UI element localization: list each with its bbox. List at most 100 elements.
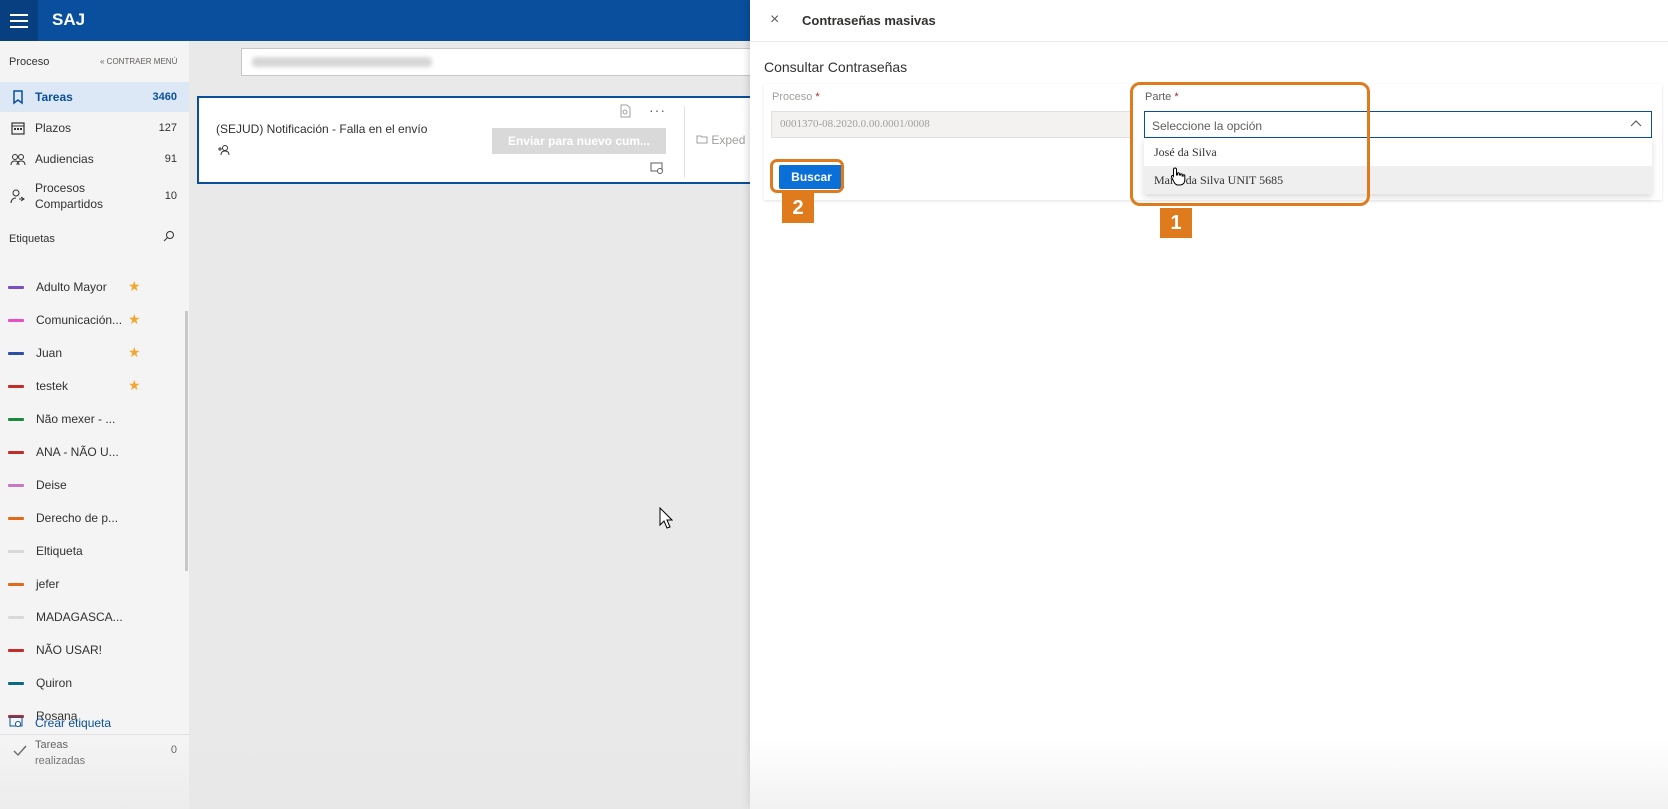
tag-color-swatch	[8, 286, 24, 289]
highlight-buscar	[770, 159, 844, 193]
sidebar-tag-item[interactable]: Não mexer - ...	[0, 409, 180, 429]
tags-header: Etiquetas	[9, 233, 55, 245]
proceso-label: Proceso *	[772, 91, 820, 103]
app-title: SAJ	[52, 10, 86, 29]
tag-name: MADAGASCA...	[36, 610, 123, 624]
share-user-icon	[10, 189, 25, 204]
sidebar-tag-item[interactable]: MADAGASCA...	[0, 607, 180, 627]
tag-name: Eltiqueta	[36, 544, 83, 558]
sidebar-item-count: 3460	[152, 91, 177, 103]
sidebar-tag-item[interactable]: ANA - NÃO U...	[0, 442, 180, 462]
tag-color-swatch	[8, 517, 24, 520]
panel-title: Contraseñas masivas	[802, 13, 936, 28]
star-icon[interactable]: ★	[128, 344, 141, 361]
sidebar-item-procesos-compartidos[interactable]: Procesos Compartidos 10	[0, 174, 189, 218]
tag-color-swatch	[8, 616, 24, 619]
tag-color-swatch	[8, 352, 24, 355]
sidebar-item-audiencias[interactable]: Audiencias 91	[0, 143, 189, 174]
star-icon[interactable]: ★	[128, 278, 141, 295]
collapse-menu-label: CONTRAER MENÚ	[106, 57, 178, 66]
done-count: 0	[170, 744, 177, 756]
tag-color-swatch	[8, 550, 24, 553]
sidebar-tag-item[interactable]: Eltiqueta	[0, 541, 180, 561]
sidebar-tag-item[interactable]: Juan ★	[0, 343, 180, 363]
document-icon[interactable]	[619, 104, 631, 118]
blurred-search-text	[252, 57, 432, 67]
more-options-icon[interactable]: ···	[649, 102, 666, 118]
sidebar-item-label: Tareas	[35, 90, 73, 104]
tag-color-swatch	[8, 418, 24, 421]
people-icon	[10, 153, 26, 165]
proceso-field[interactable]: 0001370-08.2020.0.00.0001/0008	[771, 111, 1131, 138]
sidebar-tag-item[interactable]: NÃO USAR!	[0, 640, 180, 660]
sidebar-item-count: 91	[164, 152, 177, 165]
tag-color-swatch	[8, 682, 24, 685]
folder-label: Exped	[711, 133, 746, 147]
sidebar-tag-item[interactable]: Deise	[0, 475, 180, 495]
search-icon[interactable]	[163, 230, 175, 242]
sidebar-tag-item[interactable]: testek ★	[0, 376, 180, 396]
tag-color-swatch	[8, 649, 24, 652]
tag-name: Derecho de p...	[36, 511, 119, 525]
star-icon[interactable]: ★	[128, 311, 141, 328]
tag-color-swatch	[8, 451, 24, 454]
folder-link[interactable]: Exped	[696, 133, 745, 147]
sidebar-item-plazos[interactable]: Plazos 127	[0, 112, 189, 143]
tag-name: jefer	[36, 577, 60, 591]
tag-color-swatch	[8, 385, 24, 388]
chevron-up-icon[interactable]	[1629, 117, 1643, 131]
sidebar-tag-item[interactable]: Derecho de p...	[0, 508, 180, 528]
tag-name: Comunicación...	[36, 313, 123, 327]
step-badge-2: 2	[782, 193, 814, 223]
sidebar-item-tareas-realizadas[interactable]: Tareas realizadas 0	[0, 734, 189, 769]
bookmark-icon	[13, 90, 23, 105]
step-badge-1: 1	[1160, 208, 1192, 238]
folder-icon	[696, 135, 708, 144]
assign-user-icon[interactable]	[217, 144, 231, 156]
star-icon[interactable]: ★	[128, 377, 141, 394]
sidebar-item-count: 127	[158, 121, 177, 134]
sidebar-tag-item[interactable]: Comunicación... ★	[0, 310, 180, 330]
done-label: Tareas realizadas	[35, 739, 86, 767]
tag-color-swatch	[8, 583, 24, 586]
sidebar-item-label: Procesos Compartidos	[35, 181, 104, 211]
task-card[interactable]: (SEJUD) Notificación - Falla en el envío…	[197, 96, 757, 184]
search-input[interactable]	[241, 48, 763, 76]
sidebar-item-count: 10	[164, 190, 177, 202]
mouse-cursor-icon	[659, 507, 673, 529]
tag-color-swatch	[8, 484, 24, 487]
tag-name: testek	[36, 379, 69, 393]
add-tag-icon	[9, 716, 23, 727]
tag-name: ANA - NÃO U...	[36, 445, 119, 459]
sidebar: Proceso « CONTRAER MENÚ Tareas 3460 Plaz…	[0, 41, 189, 809]
task-card-title: (SEJUD) Notificación - Falla en el envío	[216, 122, 428, 136]
create-tag-label: Crear etiqueta	[35, 716, 112, 730]
section-title: Consultar Contraseñas	[764, 59, 908, 75]
tag-name: Juan	[36, 346, 63, 360]
process-header: Proceso	[9, 56, 50, 68]
hamburger-menu-icon[interactable]	[0, 0, 38, 41]
card-divider	[684, 106, 685, 178]
sidebar-tag-item[interactable]: Adulto Mayor ★	[0, 277, 180, 297]
create-tag-button[interactable]: Crear etiqueta	[0, 712, 189, 734]
sidebar-item-tareas[interactable]: Tareas 3460	[0, 82, 189, 112]
tag-color-swatch	[8, 319, 24, 322]
sidebar-scrollbar[interactable]	[185, 311, 188, 571]
tag-name: Deise	[36, 478, 67, 492]
close-icon[interactable]: ×	[770, 11, 779, 29]
sidebar-tag-item[interactable]: Quiron	[0, 673, 180, 693]
check-icon	[13, 745, 27, 757]
tag-name: NÃO USAR!	[36, 643, 103, 657]
sidebar-item-label: Audiencias	[35, 151, 94, 166]
tag-name: Não mexer - ...	[36, 412, 116, 426]
sidebar-item-label: Plazos	[35, 120, 72, 135]
tag-name: Adulto Mayor	[36, 280, 107, 294]
screen-settings-icon[interactable]	[650, 162, 664, 174]
panel-header: × Contraseñas masivas	[750, 0, 1668, 42]
sidebar-tag-item[interactable]: jefer	[0, 574, 180, 594]
calendar-icon	[11, 121, 25, 135]
highlight-parte	[1130, 82, 1370, 206]
send-new-compliance-button[interactable]: Enviar para nuevo cum...	[492, 128, 666, 154]
collapse-menu-button[interactable]: « CONTRAER MENÚ	[100, 57, 177, 66]
tag-name: Quiron	[36, 676, 73, 690]
